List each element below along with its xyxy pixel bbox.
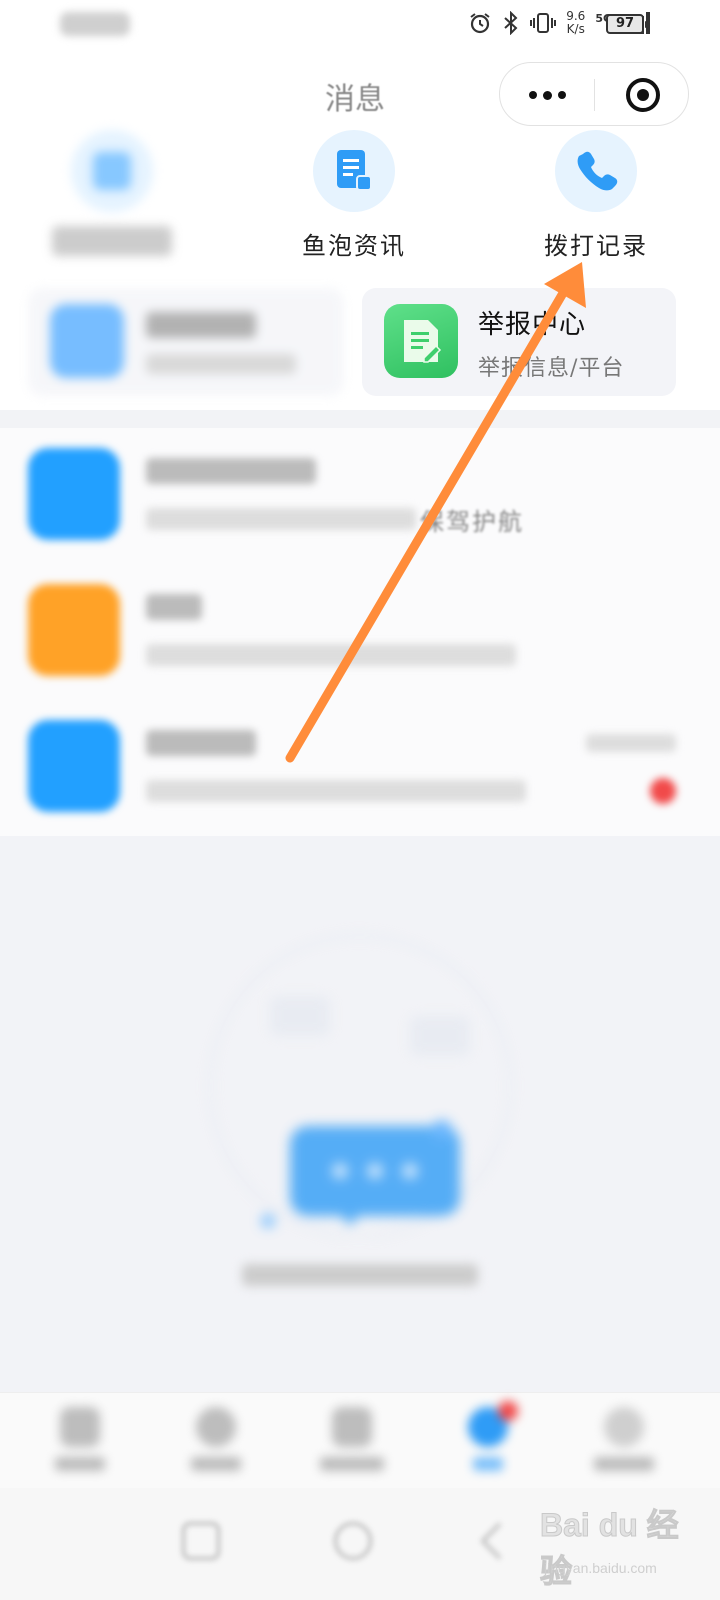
msg-preview-visible: 保驾护航 [420, 508, 524, 536]
msg-time-placeholder [586, 734, 676, 752]
watermark-url: jingyan.baidu.com [544, 1560, 657, 1576]
mini-program-capsule [499, 62, 689, 126]
msg-title-placeholder [146, 458, 316, 484]
report-document-icon [384, 304, 458, 378]
recents-button[interactable] [182, 1522, 220, 1560]
report-center-card[interactable]: 举报中心 举报信息/平台 [362, 288, 676, 396]
tab-label [594, 1457, 654, 1471]
chat-bubble-illustration [160, 896, 560, 1238]
msg-preview-placeholder [146, 644, 516, 666]
quick-action-news[interactable]: 鱼泡资讯 [254, 130, 454, 261]
status-time [60, 12, 130, 36]
card-subtitle: 举报信息/平台 [478, 356, 625, 381]
baidu-jingyan-watermark: Bai du 经验 jingyan.baidu.com [540, 1490, 710, 1590]
blurred-icon [71, 130, 153, 212]
tab-messages[interactable] [438, 1401, 538, 1471]
card-subtitle-placeholder [146, 354, 296, 374]
tab-label [320, 1457, 384, 1471]
msg-title-placeholder [146, 730, 256, 756]
unread-badge [650, 778, 676, 804]
list-item[interactable] [0, 428, 720, 564]
back-button[interactable] [480, 1522, 518, 1560]
feature-cards: 举报中心 举报信息/平台 [0, 280, 720, 410]
tab-icon-3 [332, 1407, 372, 1447]
tab-profile[interactable] [574, 1407, 674, 1471]
message-icon [28, 720, 120, 812]
tab-3[interactable] [302, 1407, 402, 1471]
phone-icon [555, 130, 637, 212]
vibrate-icon [530, 11, 557, 35]
alarm-icon [468, 11, 492, 35]
tab-label [473, 1457, 503, 1471]
blurred-icon [50, 304, 124, 378]
quick-action-1[interactable] [12, 130, 212, 256]
quick-action-call-log[interactable]: 拨打记录 [496, 130, 696, 261]
home-icon [60, 1407, 100, 1447]
tab-home[interactable] [30, 1407, 130, 1471]
bluetooth-icon [502, 11, 520, 35]
message-list: 保驾护航 [0, 428, 720, 836]
quick-action-label: 拨打记录 [544, 232, 648, 260]
card-title-placeholder [146, 312, 256, 338]
list-item[interactable] [0, 700, 720, 836]
tab-2[interactable] [166, 1407, 266, 1471]
header: 消息 [0, 50, 720, 130]
empty-text-placeholder [242, 1264, 478, 1286]
capsule-divider [594, 79, 595, 111]
status-bar: 9.6 K/s 5G 97 [0, 0, 720, 50]
gift-icon [28, 584, 120, 676]
more-dots-icon[interactable] [500, 63, 594, 127]
msg-title-placeholder [146, 594, 202, 620]
battery-icon: 97 [606, 14, 648, 34]
feature-card-1[interactable] [28, 288, 344, 396]
document-icon [313, 130, 395, 212]
target-circle-icon[interactable] [626, 78, 660, 112]
tab-label [55, 1457, 105, 1471]
tab-label [191, 1457, 241, 1471]
profile-icon [604, 1407, 644, 1447]
quick-action-label [52, 226, 172, 256]
home-button[interactable] [334, 1522, 372, 1560]
net-speed: 9.6 K/s [566, 9, 586, 36]
msg-preview-placeholder [146, 780, 526, 802]
smile-icon [28, 448, 120, 540]
card-title: 举报中心 [478, 310, 587, 340]
tab-icon-2 [196, 1407, 236, 1447]
tab-bar [0, 1392, 720, 1488]
page-title: 消息 [325, 82, 385, 117]
empty-state [0, 836, 720, 1392]
quick-actions: 鱼泡资讯 拨打记录 [0, 130, 720, 280]
watermark-logo: Bai du 经验 [540, 1507, 680, 1590]
tab-badge [498, 1401, 518, 1421]
msg-preview-placeholder [146, 508, 416, 530]
list-item[interactable] [0, 564, 720, 700]
quick-action-label: 鱼泡资讯 [302, 232, 406, 260]
